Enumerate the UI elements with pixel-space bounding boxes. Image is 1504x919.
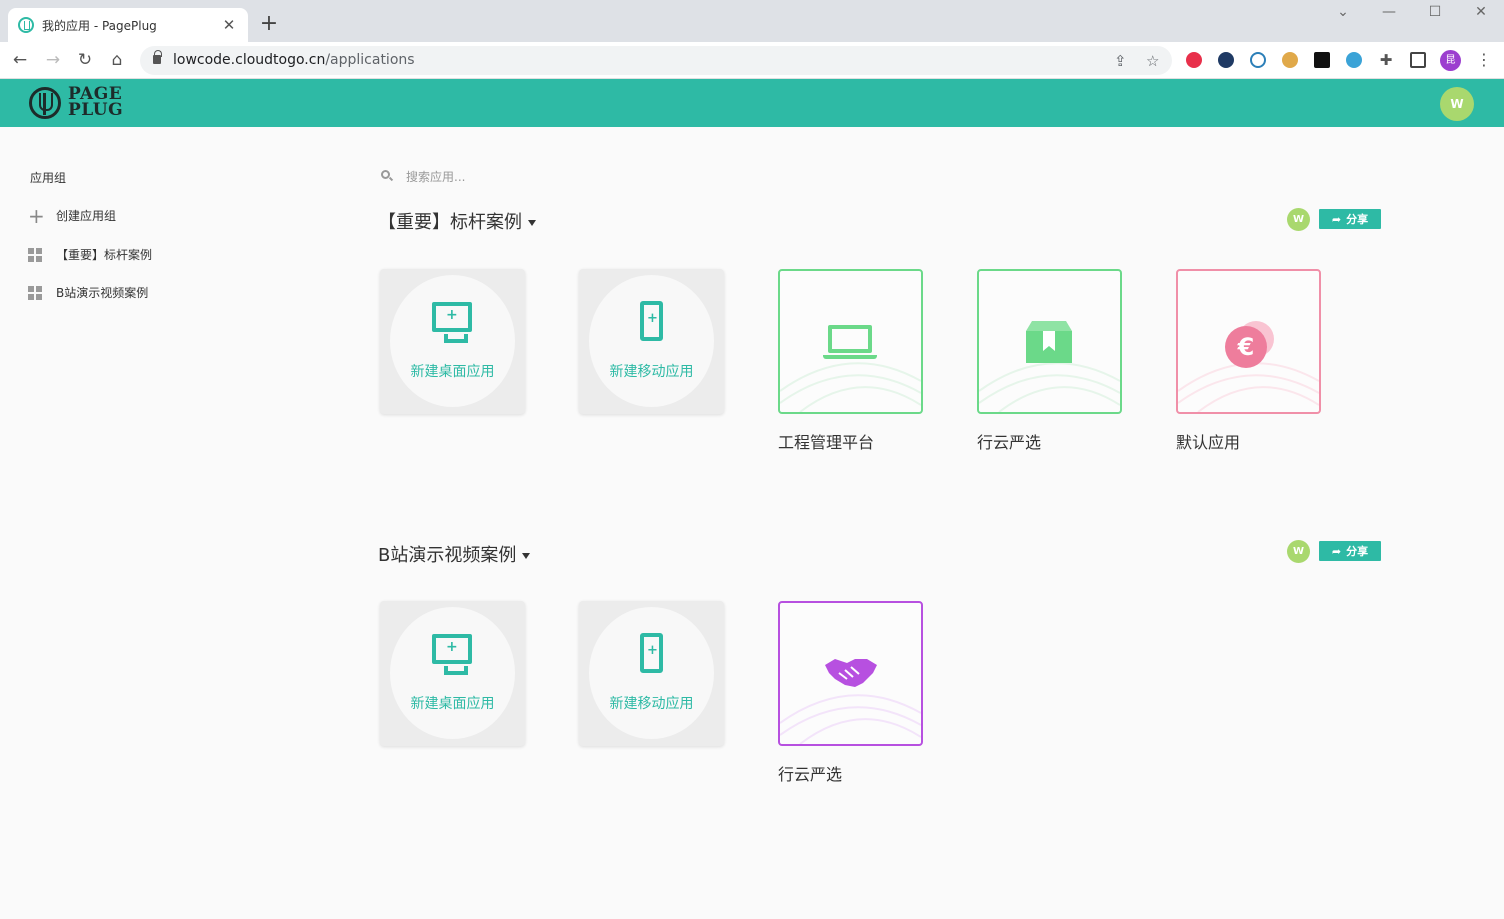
caret-down-icon	[522, 553, 531, 559]
app-card[interactable]	[778, 269, 923, 414]
browser-menu-icon[interactable]: ⋮	[1476, 52, 1492, 68]
new-mobile-app-label: 新建移动应用	[609, 696, 694, 712]
box-icon	[1026, 321, 1072, 363]
share-button[interactable]: ➦ 分享	[1319, 541, 1381, 561]
new-mobile-app-label: 新建移动应用	[609, 364, 694, 380]
sidebar-item-label: B站演示视频案例	[56, 286, 149, 300]
sidebar-item-label: 创建应用组	[56, 209, 117, 223]
grid-icon	[28, 285, 42, 300]
app-name[interactable]: 默认应用	[1176, 429, 1240, 453]
side-panel-icon[interactable]	[1410, 52, 1426, 68]
browser-tab[interactable]: 我的应用 - PagePlug ✕	[8, 8, 248, 42]
share-arrow-icon: ➦	[1331, 544, 1342, 558]
share-arrow-icon: ➦	[1331, 212, 1342, 226]
extension-red-icon[interactable]	[1186, 52, 1202, 68]
pageplug-logo-icon[interactable]	[29, 87, 61, 119]
address-bar[interactable]: lowcode.cloudtogo.cn/applications ⇪ ☆	[140, 46, 1172, 75]
desktop-add-icon: +	[432, 302, 472, 343]
sidebar-item-benchmark[interactable]: 【重要】标杆案例	[28, 246, 152, 263]
desktop-add-icon: +	[432, 634, 472, 675]
app-card[interactable]	[778, 601, 923, 746]
pageplug-favicon-icon	[18, 17, 34, 33]
extension-dark-icon[interactable]	[1314, 52, 1330, 68]
new-desktop-app-label: 新建桌面应用	[410, 364, 495, 380]
plus-icon: +	[28, 203, 45, 228]
close-tab-icon[interactable]: ✕	[220, 16, 238, 34]
sidebar-item-bilibili[interactable]: B站演示视频案例	[28, 284, 148, 301]
tab-search-icon[interactable]: ⌄	[1333, 4, 1353, 20]
back-arrow-icon[interactable]: ←	[10, 50, 30, 70]
sidebar-item-label: 【重要】标杆案例	[56, 248, 153, 262]
group-title[interactable]: 【重要】标杆案例	[378, 208, 536, 234]
reload-icon[interactable]: ↻	[75, 50, 95, 70]
app-name[interactable]: 工程管理平台	[778, 429, 874, 453]
browser-toolbar: ← → ↻ ⌂ lowcode.cloudtogo.cn/application…	[0, 42, 1504, 79]
new-desktop-app-card[interactable]: + 新建桌面应用	[380, 269, 525, 414]
extension-shield-icon[interactable]	[1346, 52, 1362, 68]
minimize-button[interactable]: —	[1379, 4, 1399, 20]
maximize-button[interactable]: ☐	[1425, 4, 1445, 20]
url-text: lowcode.cloudtogo.cn/applications	[173, 52, 415, 68]
share-button[interactable]: ➦ 分享	[1319, 209, 1381, 229]
grid-icon	[28, 247, 42, 262]
browser-tabstrip: 我的应用 - PagePlug ✕ + ⌄ — ☐ ✕	[0, 0, 1504, 42]
share-page-icon[interactable]: ⇪	[1114, 52, 1127, 70]
group-title[interactable]: B站演示视频案例	[378, 541, 531, 567]
svg-text:€: €	[1237, 333, 1255, 361]
home-icon[interactable]: ⌂	[107, 50, 127, 70]
laptop-icon	[823, 325, 877, 359]
sidebar-title: 应用组	[30, 171, 67, 185]
mobile-add-icon: +	[640, 301, 663, 341]
app-name[interactable]: 行云严选	[977, 429, 1041, 453]
new-mobile-app-card[interactable]: + 新建移动应用	[579, 269, 724, 414]
forward-arrow-icon[interactable]: →	[43, 50, 63, 70]
search-input[interactable]	[400, 166, 700, 188]
extension-r-icon[interactable]	[1250, 52, 1266, 68]
user-avatar[interactable]: W	[1440, 87, 1474, 121]
mobile-add-icon: +	[640, 633, 663, 673]
euro-coin-icon: €	[1225, 321, 1274, 368]
extension-cookie-icon[interactable]	[1282, 52, 1298, 68]
tab-title: 我的应用 - PagePlug	[42, 18, 157, 33]
caret-down-icon	[528, 220, 536, 226]
handshake-icon	[825, 659, 877, 687]
group-member-avatar: W	[1287, 208, 1310, 231]
lock-icon	[153, 50, 162, 64]
extensions-puzzle-icon[interactable]: ✚	[1378, 52, 1394, 68]
close-window-button[interactable]: ✕	[1471, 4, 1491, 20]
new-desktop-app-label: 新建桌面应用	[410, 696, 495, 712]
app-header: PAGE PLUG	[0, 79, 1504, 127]
profile-avatar[interactable]: 昆	[1440, 50, 1461, 71]
group-member-avatar: W	[1287, 540, 1310, 563]
new-mobile-app-card[interactable]: + 新建移动应用	[579, 601, 724, 746]
app-card[interactable]: €	[1176, 269, 1321, 414]
extension-check-icon[interactable]	[1218, 52, 1234, 68]
app-name[interactable]: 行云严选	[778, 761, 842, 785]
new-desktop-app-card[interactable]: + 新建桌面应用	[380, 601, 525, 746]
sidebar-item-create-group[interactable]: + 创建应用组	[28, 203, 117, 228]
search-icon	[381, 170, 390, 179]
pageplug-logo-text[interactable]: PAGE PLUG	[68, 86, 123, 119]
new-tab-button[interactable]: +	[258, 12, 280, 36]
app-card[interactable]	[977, 269, 1122, 414]
bookmark-star-icon[interactable]: ☆	[1146, 52, 1159, 70]
